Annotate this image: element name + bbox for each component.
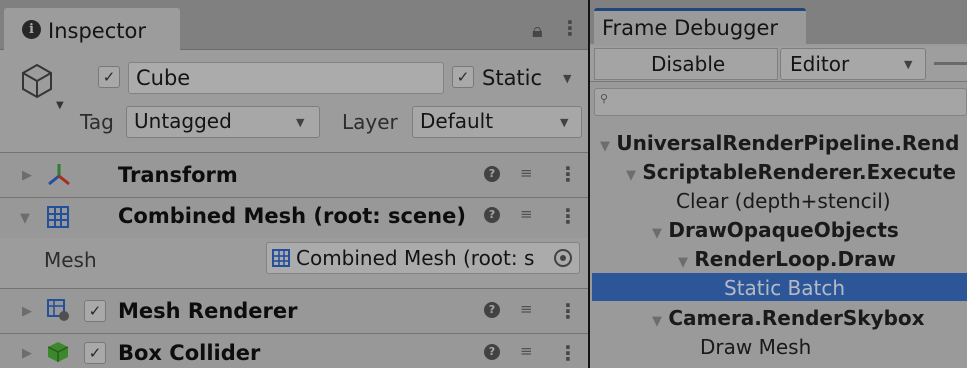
presets-icon[interactable]: ≡	[520, 300, 533, 318]
collapse-arrow-icon[interactable]: ▼	[20, 211, 30, 226]
lock-icon[interactable]: 🔒︎	[532, 18, 543, 42]
tag-value: Untagged	[134, 109, 232, 133]
mesh-renderer-enabled-checkbox[interactable]: ✓	[84, 300, 106, 322]
tree-item[interactable]: Draw Mesh	[700, 335, 811, 359]
mesh-field-label: Mesh	[44, 248, 97, 272]
collapse-arrow-icon[interactable]: ▼	[626, 168, 636, 183]
collapse-arrow-icon[interactable]: ▼	[652, 314, 662, 329]
search-input[interactable]	[594, 88, 967, 116]
static-checkbox[interactable]: ✓	[452, 66, 474, 88]
tag-label: Tag	[80, 110, 114, 134]
layer-label: Layer	[342, 110, 398, 134]
help-icon[interactable]: ?	[484, 302, 500, 318]
tree-item-selected[interactable]: Static Batch	[724, 276, 845, 300]
tree-item[interactable]: Clear (depth+stencil)	[676, 189, 891, 213]
target-value: Editor	[790, 52, 850, 76]
presets-icon[interactable]: ≡	[520, 342, 533, 360]
mesh-filter-icon	[46, 205, 70, 229]
tab-menu-icon[interactable]: ⋮	[560, 16, 580, 40]
icon-dropdown-arrow-icon[interactable]: ▼	[56, 100, 64, 111]
static-dropdown-arrow-icon[interactable]: ▼	[563, 72, 571, 85]
tree-item-label: Camera.RenderSkybox	[668, 306, 925, 330]
presets-icon[interactable]: ≡	[520, 205, 533, 223]
expand-arrow-icon[interactable]: ▶	[22, 304, 32, 319]
help-icon[interactable]: ?	[484, 166, 500, 182]
box-collider-icon	[46, 340, 70, 364]
tree-item-label: DrawOpaqueObjects	[668, 218, 899, 242]
tab-frame-debugger-label: Frame Debugger	[602, 16, 779, 40]
target-chevron-down-icon: ▼	[904, 58, 913, 71]
expand-arrow-icon[interactable]: ▶	[22, 168, 32, 183]
help-icon[interactable]: ?	[484, 207, 500, 223]
box-collider-enabled-checkbox[interactable]: ✓	[84, 342, 106, 364]
tree-item-label: UniversalRenderPipeline.Rend	[616, 131, 960, 155]
object-name-value: Cube	[136, 66, 191, 90]
cube-icon[interactable]	[20, 62, 54, 100]
event-slider[interactable]	[934, 62, 967, 65]
search-icon: ⚲	[600, 92, 609, 105]
transform-icon	[46, 162, 72, 188]
tree-item[interactable]: ▼ ScriptableRenderer.Execute	[626, 160, 956, 184]
tree-item[interactable]: ▼ Camera.RenderSkybox	[652, 306, 925, 330]
static-label: Static	[482, 66, 543, 90]
layer-chevron-down-icon: ▼	[560, 116, 569, 129]
expand-arrow-icon[interactable]: ▶	[22, 346, 32, 361]
tab-inspector-label: Inspector	[48, 19, 146, 43]
component-menu-icon[interactable]: ⋮	[558, 341, 578, 365]
tag-chevron-down-icon: ▼	[296, 116, 305, 129]
help-icon[interactable]: ?	[484, 344, 500, 360]
mesh-asset-icon	[272, 248, 290, 267]
disable-button-label: Disable	[651, 52, 726, 76]
tree-item[interactable]: ▼ DrawOpaqueObjects	[652, 218, 899, 242]
mesh-renderer-icon	[46, 298, 70, 322]
combined-mesh-title: Combined Mesh (root: scene)	[118, 204, 466, 228]
collapse-arrow-icon[interactable]: ▼	[600, 139, 610, 154]
info-icon: i	[22, 20, 41, 39]
layer-value: Default	[420, 109, 494, 133]
transform-title: Transform	[118, 163, 238, 187]
tree-item-label: ScriptableRenderer.Execute	[642, 160, 956, 184]
object-picker-icon[interactable]	[554, 249, 572, 267]
collapse-arrow-icon[interactable]: ▼	[678, 255, 688, 270]
active-checkbox[interactable]: ✓	[98, 66, 120, 88]
box-collider-title: Box Collider	[118, 341, 261, 365]
collapse-arrow-icon[interactable]: ▼	[652, 226, 662, 241]
tree-item[interactable]: ▼ UniversalRenderPipeline.Rend	[600, 131, 959, 155]
component-menu-icon[interactable]: ⋮	[558, 204, 578, 228]
presets-icon[interactable]: ≡	[520, 164, 533, 182]
mesh-field-value: Combined Mesh (root: s	[296, 246, 535, 270]
mesh-renderer-title: Mesh Renderer	[118, 299, 298, 323]
component-menu-icon[interactable]: ⋮	[558, 162, 578, 186]
tree-item[interactable]: ▼ RenderLoop.Draw	[678, 247, 896, 271]
tree-item-label: RenderLoop.Draw	[694, 247, 896, 271]
component-menu-icon[interactable]: ⋮	[558, 299, 578, 323]
